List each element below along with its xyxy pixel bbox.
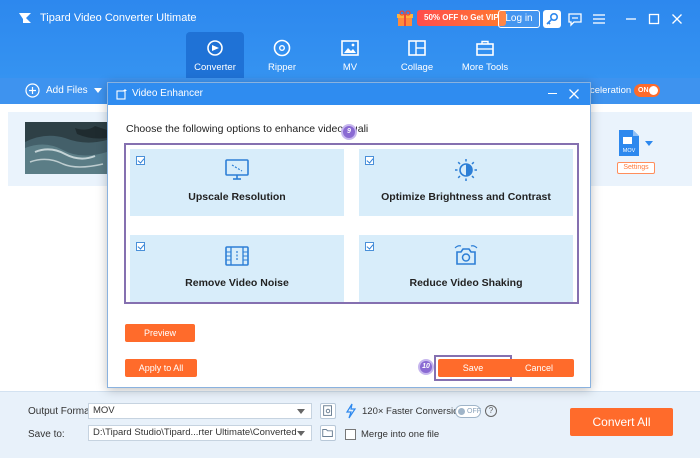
feedback-icon[interactable] [566, 10, 584, 28]
option-optimize-brightness[interactable]: Optimize Brightness and Contrast [359, 149, 573, 216]
video-enhancer-dialog: Video Enhancer Choose the following opti… [107, 82, 591, 388]
app-window: Tipard Video Converter Ultimate 50% OFF … [0, 0, 700, 458]
tab-collage[interactable]: Collage [388, 32, 446, 76]
faster-conversion-toggle[interactable]: OFF [455, 405, 481, 418]
add-icon [25, 83, 40, 98]
minimize-icon[interactable] [622, 10, 640, 28]
acceleration-toggle[interactable]: ON [634, 84, 660, 97]
tab-label: Ripper [268, 62, 296, 73]
preview-button[interactable]: Preview [125, 324, 195, 342]
tab-label: MV [342, 62, 358, 73]
title-bar: Tipard Video Converter Ultimate 50% OFF … [0, 0, 700, 78]
acceleration-label: celeration [590, 85, 632, 96]
tab-label: Collage [400, 62, 434, 73]
close-icon[interactable] [668, 10, 686, 28]
dialog-title: Video Enhancer [132, 88, 203, 99]
option-checkbox[interactable] [136, 156, 145, 165]
main-nav: Converter Ripper MV Collage More Tools [0, 32, 700, 78]
enhancer-icon [116, 89, 127, 100]
tab-label: More Tools [461, 62, 509, 73]
help-icon[interactable]: ? [485, 405, 497, 417]
chevron-down-icon [297, 431, 305, 436]
save-path-value: D:\Tipard Studio\Tipard...rter Ultimate\… [93, 427, 297, 438]
app-logo-icon [19, 13, 31, 23]
output-format-value: MOV [93, 405, 115, 416]
toggle-state: OFF [467, 408, 481, 415]
brightness-icon [455, 159, 477, 181]
mov-file-icon[interactable]: MOV [618, 129, 640, 157]
option-checkbox[interactable] [365, 156, 374, 165]
coastline-thumbnail [25, 122, 107, 174]
video-thumbnail[interactable] [25, 122, 107, 174]
login-button[interactable]: Log in [498, 10, 540, 28]
option-label: Upscale Resolution [188, 191, 286, 203]
lightning-icon [345, 403, 357, 419]
register-key-button[interactable] [543, 10, 561, 28]
dialog-title-bar: Video Enhancer [108, 83, 590, 105]
document-settings-icon [323, 405, 332, 416]
save-path-select[interactable]: D:\Tipard Studio\Tipard...rter Ultimate\… [88, 425, 312, 441]
tab-ripper[interactable]: Ripper [253, 32, 311, 76]
convert-all-button[interactable]: Convert All [570, 408, 673, 436]
tab-label: Converter [194, 62, 236, 73]
step-badge: 10 [418, 359, 434, 375]
option-label: Reduce Video Shaking [409, 277, 523, 289]
apply-to-all-button[interactable]: Apply to All [125, 359, 197, 377]
add-files-label: Add Files [46, 85, 88, 96]
dialog-instruction: Choose the following options to enhance … [126, 123, 369, 135]
option-reduce-shaking[interactable]: Reduce Video Shaking [359, 235, 573, 302]
disc-icon [273, 39, 291, 57]
chevron-down-icon[interactable] [93, 88, 102, 93]
converter-icon [207, 40, 223, 56]
vip-promo[interactable]: 50% OFF to Get VIP [396, 9, 506, 27]
merge-label: Merge into one file [361, 429, 440, 440]
folder-icon [322, 429, 333, 437]
promo-label[interactable]: 50% OFF to Get VIP [417, 10, 506, 26]
toggle-knob [649, 86, 658, 95]
tab-more-tools[interactable]: More Tools [456, 32, 514, 76]
faster-conversion-label: 120× Faster Conversion [362, 406, 464, 417]
option-upscale-resolution[interactable]: Upscale Resolution [130, 149, 344, 216]
output-bar: Output Format: MOV 120× Faster Conversio… [0, 391, 700, 458]
options-highlight-frame: Upscale Resolution Optimize Brightness a… [124, 143, 579, 304]
output-format-select[interactable]: MOV [88, 403, 312, 419]
chevron-down-icon [297, 409, 305, 414]
close-icon[interactable] [568, 88, 580, 100]
option-checkbox[interactable] [365, 242, 374, 251]
monitor-icon [225, 159, 249, 180]
format-settings-button[interactable] [320, 403, 336, 419]
option-remove-noise[interactable]: Remove Video Noise [130, 235, 344, 302]
maximize-icon[interactable] [645, 10, 663, 28]
toggle-knob [458, 408, 465, 415]
option-label: Optimize Brightness and Contrast [381, 191, 551, 203]
cancel-button[interactable]: Cancel [504, 359, 574, 377]
step-badge: 9 [341, 124, 357, 140]
toggle-state: ON [638, 87, 649, 94]
output-format-label: Output Format: [28, 406, 96, 417]
format-badge: MOV [623, 148, 636, 154]
add-files-button[interactable]: Add Files [25, 83, 102, 98]
menu-icon[interactable] [590, 10, 608, 28]
tab-mv[interactable]: MV [321, 32, 379, 76]
option-checkbox[interactable] [136, 242, 145, 251]
camera-shake-icon [454, 245, 478, 265]
save-to-label: Save to: [28, 429, 65, 440]
gift-icon [397, 10, 413, 26]
image-icon [341, 40, 359, 56]
chevron-down-icon[interactable] [645, 141, 653, 146]
key-icon [546, 12, 559, 25]
open-folder-button[interactable] [320, 425, 336, 441]
tab-converter[interactable]: Converter [186, 32, 244, 78]
merge-checkbox[interactable] [345, 429, 356, 440]
collage-icon [408, 40, 426, 56]
app-title: Tipard Video Converter Ultimate [40, 12, 197, 24]
minimize-icon[interactable] [548, 93, 557, 94]
option-label: Remove Video Noise [185, 277, 289, 289]
film-icon [225, 246, 249, 266]
save-button[interactable]: Save [438, 359, 508, 377]
settings-button[interactable]: Settings [617, 162, 655, 174]
toolbox-icon [476, 40, 494, 56]
